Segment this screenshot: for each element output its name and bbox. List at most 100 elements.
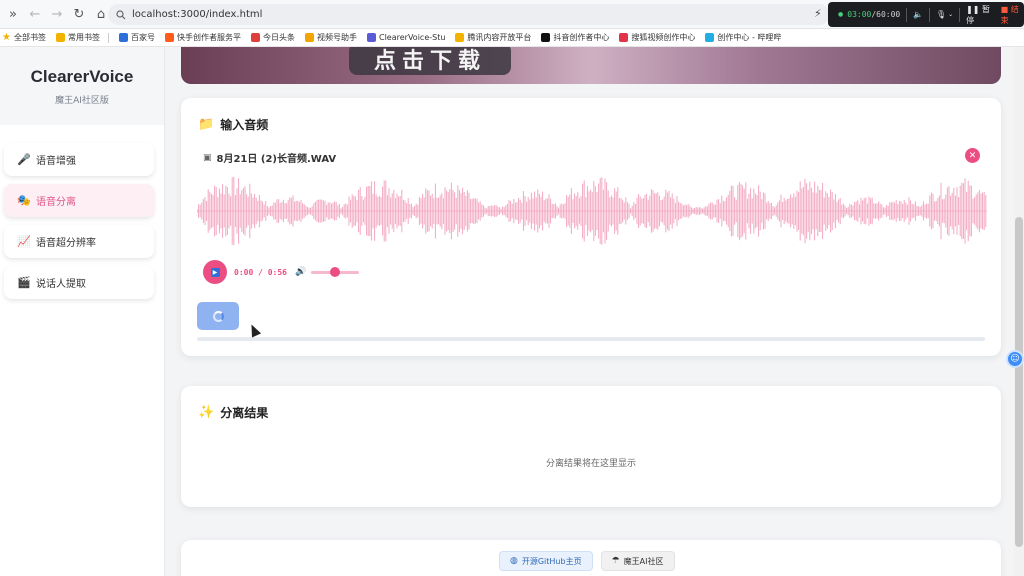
result-placeholder: 分离结果将在这里显示 xyxy=(545,459,636,469)
app-title: ClearerVoice xyxy=(30,66,134,86)
pause-label: 暂停 xyxy=(966,4,991,25)
sidebar-item-label: 语音超分辨率 xyxy=(36,238,96,249)
current-time: 0:00 xyxy=(234,267,254,277)
toutiao-icon xyxy=(251,33,260,42)
sidebar: ClearerVoice 魔王AI社区版 🎤 语音增强 🎭 语音分离 📈 语音超… xyxy=(0,47,165,576)
bookmark-bilibili[interactable]: 创作中心 - 哔哩哔 xyxy=(705,32,781,43)
community-link-button[interactable]: ☂ 魔王AI社区 xyxy=(600,551,675,571)
lightning-icon[interactable]: ⚡ xyxy=(814,7,822,20)
sohu-icon xyxy=(619,33,629,42)
reload-button[interactable]: ↻ xyxy=(68,3,90,25)
sidebar-menu: 🎤 语音增强 🎭 语音分离 📈 语音超分辨率 🎬 说话人提取 xyxy=(4,143,154,307)
progress-bar xyxy=(197,337,985,341)
stop-button[interactable]: ■ 结束 xyxy=(1001,4,1024,26)
volume-knob[interactable] xyxy=(330,266,341,277)
bookmark-label: 常用书签 xyxy=(68,33,100,42)
screen-recorder-bar: ● 03:00/60:00 🔈 🎙 ⌄ ❚❚ 暂停 ■ 结束 xyxy=(828,2,1024,27)
play-button[interactable]: ▶ xyxy=(203,260,227,284)
back-button[interactable]: ← xyxy=(24,3,46,25)
audio-file-icon: ▣ xyxy=(203,152,212,163)
input-audio-card: 📁 输入音频 ▣ 8月21日 (2)长音频.WAV ✕ ▶ 0:00 / 0:5… xyxy=(181,98,1001,356)
kuaishou-icon xyxy=(165,33,174,42)
footer: ◍ 开源GitHub主页 ☂ 魔王AI社区 xyxy=(181,540,1001,576)
address-bar[interactable]: localhost:3000/index.html xyxy=(108,4,830,25)
baijiahao-icon xyxy=(119,33,128,42)
sidebar-header: ClearerVoice 魔王AI社区版 xyxy=(0,47,164,125)
bookmark-toutiao[interactable]: 今日头条 xyxy=(251,32,295,43)
clearervoice-icon xyxy=(367,33,376,42)
sparkles-icon: ✨ xyxy=(198,405,215,420)
bookmark-baijiahao[interactable]: 百家号 xyxy=(119,32,155,43)
download-button[interactable]: 点击下载 xyxy=(349,47,511,75)
microphone-icon: 🎤 xyxy=(17,153,31,166)
loading-spinner-icon xyxy=(212,310,224,322)
divider xyxy=(108,32,109,43)
bookmark-sohu[interactable]: 搜狐视频创作中心 xyxy=(619,32,695,43)
bookmark-label: 今日头条 xyxy=(263,33,295,42)
stop-label: 结束 xyxy=(1000,4,1019,25)
audio-file-name: 8月21日 (2)长音频.WAV xyxy=(216,154,337,165)
folder-icon: 📁 xyxy=(198,117,215,132)
input-card-title: 输入音频 xyxy=(220,118,269,132)
bookmark-label: 抖音创作者中心 xyxy=(553,33,610,42)
bookmarks-bar: ★ 全部书签 常用书签 百家号 快手创作者服务平 今日头条 视频号助手 Clea… xyxy=(0,29,1024,47)
result-card-title: 分离结果 xyxy=(220,406,269,420)
audio-file-row: ▣ 8月21日 (2)长音频.WAV xyxy=(203,150,337,166)
bookmark-tencent[interactable]: 腾讯内容开放平台 xyxy=(455,32,531,43)
volume-icon[interactable]: 🔊 xyxy=(295,267,306,277)
app-subtitle: 魔王AI社区版 xyxy=(55,95,109,106)
sidebar-item-super-resolution[interactable]: 📈 语音超分辨率 xyxy=(4,225,154,258)
bookmark-label: 搜狐视频创作中心 xyxy=(631,33,696,42)
chat-help-icon[interactable]: ☺ xyxy=(1006,350,1024,368)
volume-slider[interactable] xyxy=(311,266,360,277)
bookmark-all[interactable]: ★ 全部书签 xyxy=(2,32,46,43)
bookmark-clearervoice[interactable]: ClearerVoice-Stu xyxy=(367,33,445,42)
sidebar-item-label: 语音增强 xyxy=(36,156,76,167)
speaker-icon[interactable]: 🔈 xyxy=(913,10,923,19)
forward-button[interactable]: → xyxy=(46,3,68,25)
star-icon: ★ xyxy=(2,32,11,43)
microphone-muted-icon[interactable]: 🎙 xyxy=(936,10,946,19)
sidebar-item-label: 语音分离 xyxy=(36,197,76,208)
bookmark-label: ClearerVoice-Stu xyxy=(379,33,446,42)
bookmark-label: 快手创作者服务平 xyxy=(177,33,241,42)
remove-file-button[interactable]: ✕ xyxy=(965,148,980,163)
play-icon: ▶ xyxy=(210,267,220,277)
scrollbar[interactable] xyxy=(1014,47,1024,576)
chevron-down-icon[interactable]: ⌄ xyxy=(948,11,953,18)
github-label: 开源GitHub主页 xyxy=(521,556,582,566)
bookmark-label: 创作中心 - 哔哩哔 xyxy=(717,33,782,42)
bookmark-kuaishou[interactable]: 快手创作者服务平 xyxy=(165,32,241,43)
github-icon: ◍ xyxy=(510,556,518,566)
search-icon xyxy=(116,9,126,19)
url-text: localhost:3000/index.html xyxy=(132,9,263,20)
community-icon: ☂ xyxy=(611,556,620,566)
sidebar-item-speech-separation[interactable]: 🎭 语音分离 xyxy=(4,184,154,217)
divider xyxy=(959,7,961,22)
bookmark-label: 视频号助手 xyxy=(317,33,357,42)
bookmark-douyin[interactable]: 抖音创作者中心 xyxy=(541,32,609,43)
bookmark-label: 全部书签 xyxy=(14,33,46,42)
scrollbar-thumb[interactable] xyxy=(1015,217,1023,547)
clapper-icon: 🎬 xyxy=(17,276,31,289)
sidebar-item-speaker-extraction[interactable]: 🎬 说话人提取 xyxy=(4,266,154,299)
sidebar-item-label: 说话人提取 xyxy=(36,279,86,290)
bookmark-label: 百家号 xyxy=(131,33,155,42)
process-button[interactable] xyxy=(197,302,239,330)
github-link-button[interactable]: ◍ 开源GitHub主页 xyxy=(499,551,593,571)
bookmark-channels[interactable]: 视频号助手 xyxy=(305,32,357,43)
result-card: ✨ 分离结果 分离结果将在这里显示 xyxy=(181,386,1001,507)
audio-waveform[interactable] xyxy=(197,172,987,250)
recording-total: /60:00 xyxy=(871,10,901,19)
bookmark-folder-icon xyxy=(56,33,65,42)
recording-dot-icon: ● xyxy=(838,11,844,18)
masks-icon: 🎭 xyxy=(17,194,31,207)
bilibili-icon xyxy=(705,33,715,42)
pause-button[interactable]: ❚❚ 暂停 xyxy=(966,4,995,26)
bookmark-common[interactable]: 常用书签 xyxy=(56,32,100,43)
sidebar-toggle-icon[interactable]: » xyxy=(2,3,24,25)
download-banner: 点击下载 xyxy=(181,47,1001,84)
bookmark-label: 腾讯内容开放平台 xyxy=(467,33,532,42)
sidebar-item-speech-enhancement[interactable]: 🎤 语音增强 xyxy=(4,143,154,176)
duration: 0:56 xyxy=(267,267,287,277)
